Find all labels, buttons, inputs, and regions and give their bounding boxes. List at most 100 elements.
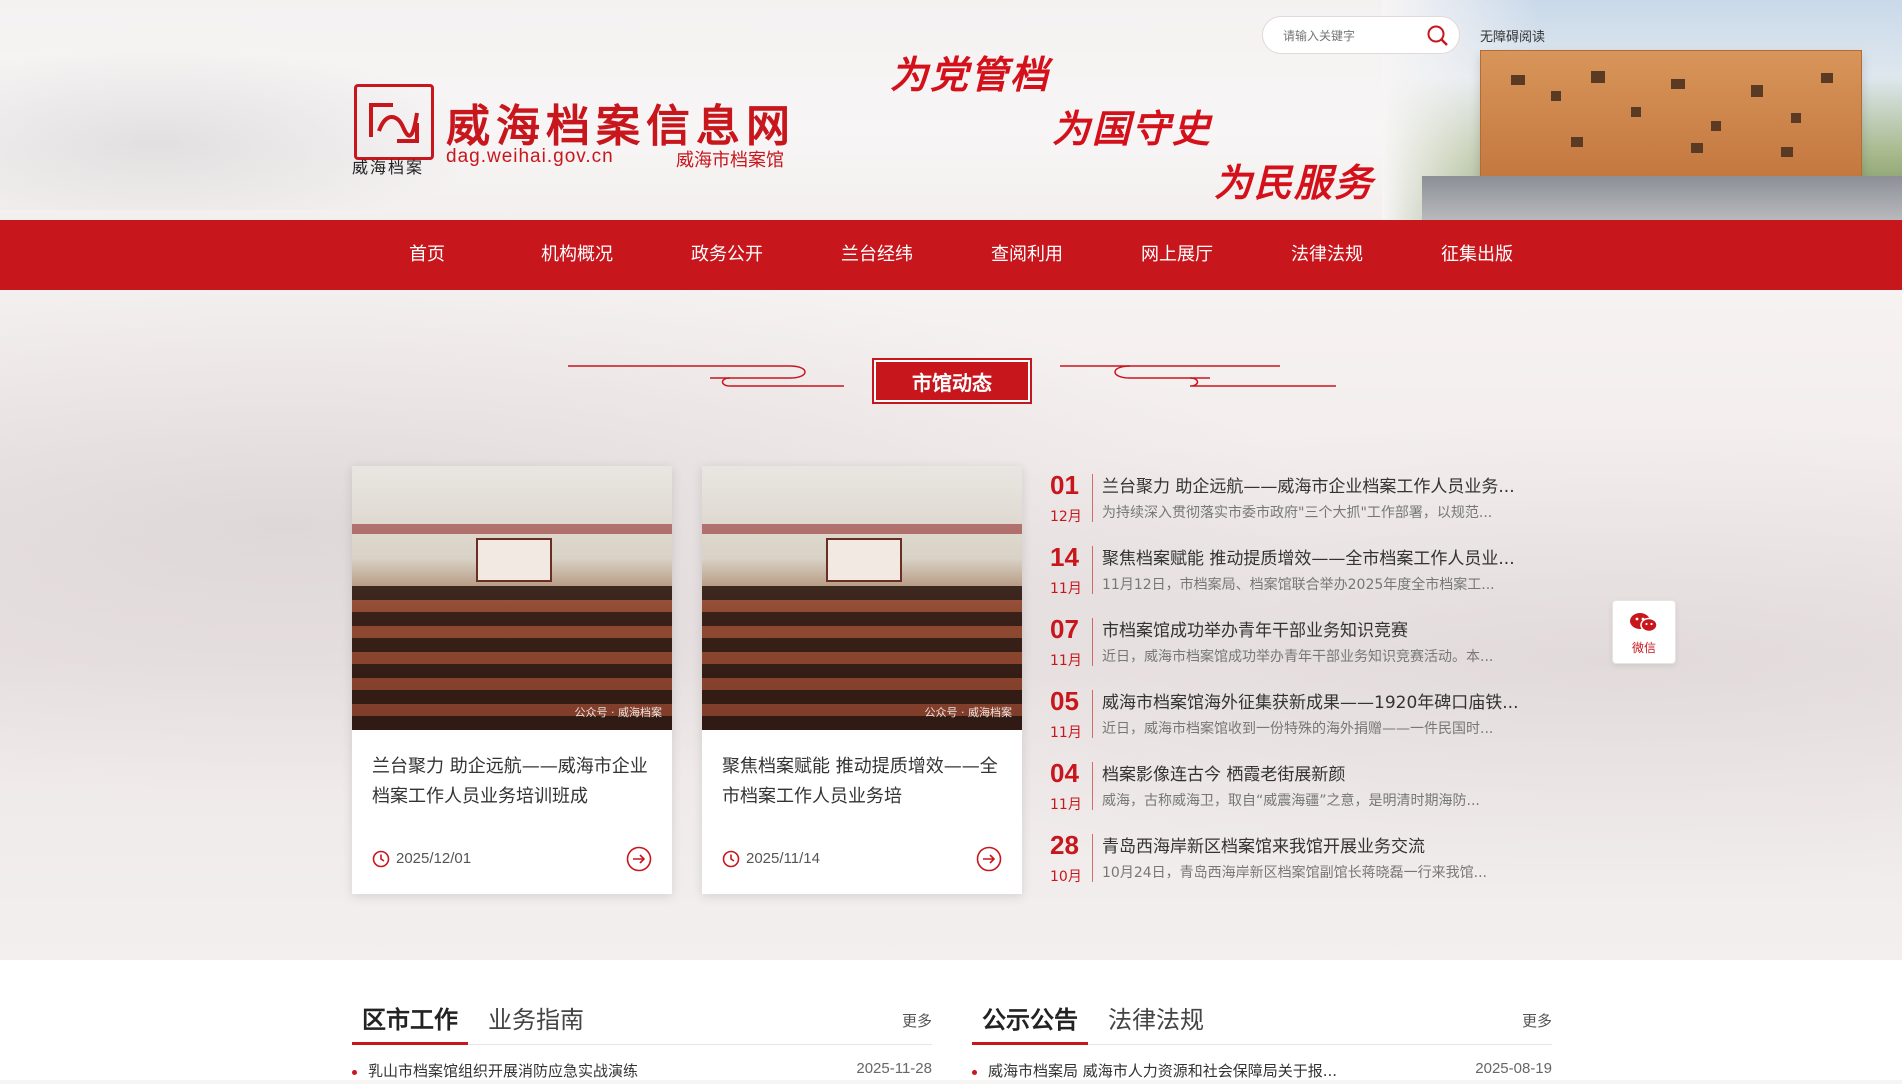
nav-home[interactable]: 首页 xyxy=(352,220,502,290)
site-organization: 威海市档案馆 xyxy=(676,150,784,171)
news-title[interactable]: 市档案馆成功举办青年干部业务知识竞赛 xyxy=(1102,616,1550,641)
news-card-date: 2025/11/14 xyxy=(746,850,820,867)
slogan-2: 为国守史 xyxy=(1052,106,1213,151)
arrow-right-circle-icon[interactable] xyxy=(976,846,1002,872)
panel-tabs: 区市工作 业务指南 更多 xyxy=(352,1002,932,1045)
clock-icon xyxy=(722,850,740,868)
slogan-3: 为民服务 xyxy=(1214,160,1375,205)
news-title[interactable]: 青岛西海岸新区档案馆来我馆开展业务交流 xyxy=(1102,832,1550,857)
news-list-item[interactable]: 28 10月 青岛西海岸新区档案馆来我馆开展业务交流 10月24日，青岛西海岸新… xyxy=(1046,824,1550,886)
news-day: 14 xyxy=(1050,542,1079,572)
news-divider xyxy=(1092,546,1093,594)
building-illustration xyxy=(1480,50,1862,182)
news-month: 11月 xyxy=(1050,653,1082,669)
list-item[interactable]: 乳山市档案馆组织开展消防应急实战演练 2025-11-28 xyxy=(352,1060,932,1084)
news-day: 01 xyxy=(1050,470,1079,500)
bottom-section: 区市工作 业务指南 更多 乳山市档案馆组织开展消防应急实战演练 2025-11-… xyxy=(0,960,1902,1080)
news-day: 07 xyxy=(1050,614,1079,644)
wechat-label: 微信 xyxy=(1631,641,1656,655)
news-list-item[interactable]: 01 12月 兰台聚力 助企远航——威海市企业档案工作人员业务... 为持续深入… xyxy=(1046,464,1550,526)
nav-lantai[interactable]: 兰台经纬 xyxy=(802,220,952,290)
image-watermark: 公众号 · 威海档案 xyxy=(924,706,1013,719)
news-month: 12月 xyxy=(1050,509,1082,525)
wechat-float-button[interactable]: 微信 xyxy=(1612,600,1676,664)
news-divider xyxy=(1092,618,1093,666)
news-divider xyxy=(1092,762,1093,810)
list-item-title[interactable]: 威海市档案局 威海市人力资源和社会保障局关于报... xyxy=(988,1060,1388,1081)
building-plaza xyxy=(1422,176,1902,220)
accessible-reading-link[interactable]: 无障碍阅读 xyxy=(1480,26,1545,45)
site-logo[interactable] xyxy=(354,84,434,160)
slogan-1: 为党管档 xyxy=(890,52,1051,97)
clock-icon xyxy=(372,850,390,868)
news-divider xyxy=(1092,690,1093,738)
tab-laws-regulations[interactable]: 法律法规 xyxy=(1108,1002,1204,1042)
news-summary: 为持续深入贯彻落实市委市政府"三个大抓"工作部署，以规范... xyxy=(1102,505,1493,521)
news-divider xyxy=(1092,474,1093,522)
tab-district-work[interactable]: 区市工作 xyxy=(352,1002,468,1045)
tab-announcements[interactable]: 公示公告 xyxy=(972,1002,1088,1045)
logo-calligraphy: 威海档案 xyxy=(352,158,425,177)
news-month: 11月 xyxy=(1050,725,1082,741)
news-month: 11月 xyxy=(1050,797,1082,813)
search-input[interactable] xyxy=(1281,25,1425,47)
news-list-item[interactable]: 04 11月 档案影像连古今 栖霞老街展新颜 威海，古称威海卫，取自“威震海疆”… xyxy=(1046,752,1550,814)
nav-government-affairs[interactable]: 政务公开 xyxy=(652,220,802,290)
news-summary: 威海，古称威海卫，取自“威震海疆”之意，是明清时期海防... xyxy=(1102,793,1480,809)
news-card-image[interactable]: 公众号 · 威海档案 xyxy=(352,466,672,730)
news-summary: 近日，威海市档案馆收到一份特殊的海外捐赠——一件民国时... xyxy=(1102,721,1494,737)
section-title: 市馆动态 xyxy=(872,358,1032,404)
nav-online-exhibition[interactable]: 网上展厅 xyxy=(1102,220,1252,290)
bullet-icon xyxy=(972,1070,977,1075)
news-card[interactable]: 公众号 · 威海档案 兰台聚力 助企远航——威海市企业档案工作人员业务培训班成 … xyxy=(352,466,672,894)
news-card-title[interactable]: 聚焦档案赋能 推动提质增效——全市档案工作人员业务培 xyxy=(722,752,1004,812)
news-card-date: 2025/12/01 xyxy=(396,850,472,867)
arrow-right-circle-icon[interactable] xyxy=(626,846,652,872)
news-day: 04 xyxy=(1050,758,1079,788)
nav-access-use[interactable]: 查阅利用 xyxy=(952,220,1102,290)
bullet-icon xyxy=(352,1070,357,1075)
site-domain: dag.weihai.gov.cn xyxy=(446,146,614,167)
nav-laws[interactable]: 法律法规 xyxy=(1252,220,1402,290)
news-month: 10月 xyxy=(1050,869,1082,885)
list-item-title[interactable]: 乳山市档案馆组织开展消防应急实战演练 xyxy=(368,1060,768,1081)
list-item-date: 2025-11-28 xyxy=(856,1060,932,1077)
nav-collection-publishing[interactable]: 征集出版 xyxy=(1402,220,1552,290)
news-list-item[interactable]: 14 11月 聚焦档案赋能 推动提质增效——全市档案工作人员业... 11月12… xyxy=(1046,536,1550,598)
site-title[interactable]: 威海档案信息网 xyxy=(446,90,796,154)
news-title[interactable]: 档案影像连古今 栖霞老街展新颜 xyxy=(1102,760,1550,785)
logo-emblem-icon xyxy=(369,103,419,143)
archives-building-photo xyxy=(1382,0,1902,220)
panel-tabs: 公示公告 法律法规 更多 xyxy=(972,1002,1552,1045)
news-month: 11月 xyxy=(1050,581,1082,597)
news-card-image[interactable]: 公众号 · 威海档案 xyxy=(702,466,1022,730)
news-card-title[interactable]: 兰台聚力 助企远航——威海市企业档案工作人员业务培训班成 xyxy=(372,752,654,812)
news-card[interactable]: 公众号 · 威海档案 聚焦档案赋能 推动提质增效——全市档案工作人员业务培 20… xyxy=(702,466,1022,894)
news-day: 05 xyxy=(1050,686,1079,716)
news-summary: 10月24日，青岛西海岸新区档案馆副馆长蒋晓磊一行来我馆... xyxy=(1102,865,1487,881)
nav-organization[interactable]: 机构概况 xyxy=(502,220,652,290)
search-icon[interactable] xyxy=(1425,23,1451,49)
more-link[interactable]: 更多 xyxy=(902,1010,932,1031)
news-title[interactable]: 兰台聚力 助企远航——威海市企业档案工作人员业务... xyxy=(1102,472,1550,497)
news-summary: 11月12日，市档案局、档案馆联合举办2025年度全市档案工... xyxy=(1102,577,1495,593)
announcement-panel: 公示公告 法律法规 更多 威海市档案局 威海市人力资源和社会保障局关于报... … xyxy=(972,1002,1552,1080)
tab-business-guide[interactable]: 业务指南 xyxy=(488,1002,584,1042)
header-landscape xyxy=(0,40,520,210)
wechat-icon xyxy=(1630,613,1658,633)
news-title[interactable]: 聚焦档案赋能 推动提质增效——全市档案工作人员业... xyxy=(1102,544,1550,569)
site-header: 威海档案 威海档案信息网 dag.weihai.gov.cn 威海市档案馆 为党… xyxy=(0,0,1902,220)
news-list-item[interactable]: 05 11月 威海市档案馆海外征集获新成果——1920年碑口庙铁... 近日，威… xyxy=(1046,680,1550,742)
news-day: 28 xyxy=(1050,830,1079,860)
news-list: 01 12月 兰台聚力 助企远航——威海市企业档案工作人员业务... 为持续深入… xyxy=(1046,464,1550,894)
more-link[interactable]: 更多 xyxy=(1522,1010,1552,1031)
news-divider xyxy=(1092,834,1093,882)
news-list-item[interactable]: 07 11月 市档案馆成功举办青年干部业务知识竞赛 近日，威海市档案馆成功举办青… xyxy=(1046,608,1550,670)
district-work-panel: 区市工作 业务指南 更多 乳山市档案馆组织开展消防应急实战演练 2025-11-… xyxy=(352,1002,932,1080)
search-box xyxy=(1262,16,1460,54)
main-nav: 首页 机构概况 政务公开 兰台经纬 查阅利用 网上展厅 法律法规 征集出版 xyxy=(0,220,1902,290)
news-title[interactable]: 威海市档案馆海外征集获新成果——1920年碑口庙铁... xyxy=(1102,688,1550,713)
news-summary: 近日，威海市档案馆成功举办青年干部业务知识竞赛活动。本... xyxy=(1102,649,1494,665)
list-item[interactable]: 威海市档案局 威海市人力资源和社会保障局关于报... 2025-08-19 xyxy=(972,1060,1552,1084)
section-header: 市馆动态 xyxy=(560,356,1340,406)
